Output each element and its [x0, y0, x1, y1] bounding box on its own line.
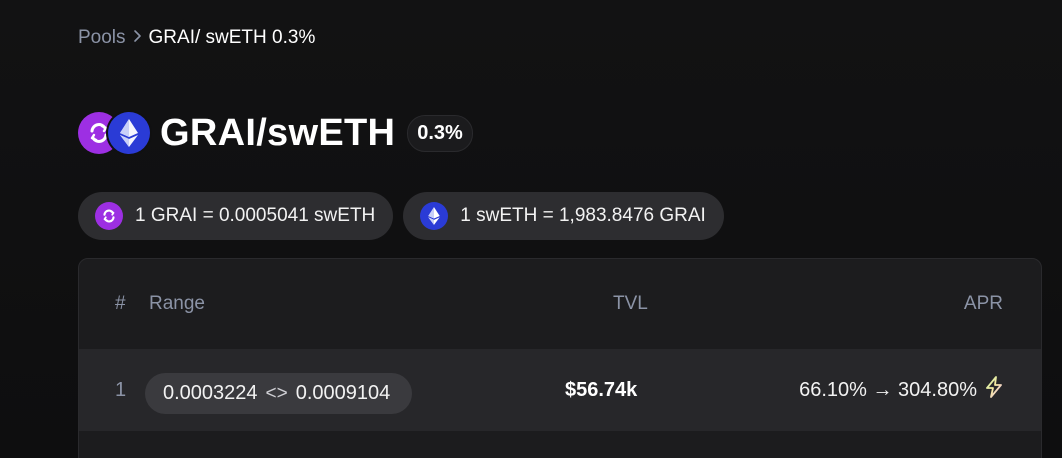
positions-table: # Range TVL APR 1 0.0003224 <> 0.0009104…	[78, 258, 1042, 458]
breadcrumb-current: GRAI/ swETH 0.3%	[148, 27, 316, 48]
column-header-tvl[interactable]: TVL	[613, 293, 648, 315]
table-row[interactable]: 1 0.0003224 <> 0.0009104 $56.74k 66.10% …	[79, 349, 1041, 431]
range-min: 0.0003224	[163, 382, 258, 404]
row-tvl: $56.74k	[565, 378, 638, 401]
lightning-bolt-icon[interactable]	[985, 376, 1003, 404]
sweth-token-icon	[108, 112, 150, 154]
page-title: GRAI/swETH	[160, 111, 396, 154]
range-pill: 0.0003224 <> 0.0009104	[145, 373, 413, 414]
column-header-apr[interactable]: APR	[964, 293, 1003, 315]
grai-token-icon	[95, 202, 123, 230]
price-pills: 1 GRAI = 0.0005041 swETH 1 swETH = 1,983…	[78, 192, 724, 240]
sweth-token-icon	[420, 202, 449, 230]
row-number: 1	[115, 378, 127, 401]
row-apr: 66.10% → 304.80%	[799, 349, 1003, 431]
breadcrumb-pools-link[interactable]: Pools	[78, 27, 126, 49]
pool-detail-page: Pools GRAI/ swETH 0.3% GRAI/swETH 0.3% 1…	[0, 0, 1062, 458]
sweth-price-pill[interactable]: 1 swETH = 1,983.8476 GRAI	[403, 192, 724, 240]
grai-price-text: 1 GRAI = 0.0005041 swETH	[135, 205, 376, 226]
chevron-right-icon	[132, 28, 143, 48]
fee-tier-badge: 0.3%	[407, 114, 473, 152]
row-apr-value: 66.10% → 304.80%	[799, 378, 977, 401]
column-header-range[interactable]: Range	[149, 293, 205, 315]
grai-price-pill[interactable]: 1 GRAI = 0.0005041 swETH	[78, 192, 394, 240]
breadcrumb: Pools GRAI/ swETH 0.3%	[78, 27, 315, 49]
column-header-number: #	[115, 293, 126, 314]
pool-title-row: GRAI/swETH 0.3%	[78, 110, 473, 156]
table-header: # Range TVL APR	[79, 259, 1041, 349]
table-row-partial	[79, 431, 1041, 458]
token-pair-icons	[78, 110, 154, 156]
range-separator: <>	[265, 382, 288, 404]
sweth-price-text: 1 swETH = 1,983.8476 GRAI	[460, 205, 706, 226]
range-max: 0.0009104	[295, 382, 391, 404]
